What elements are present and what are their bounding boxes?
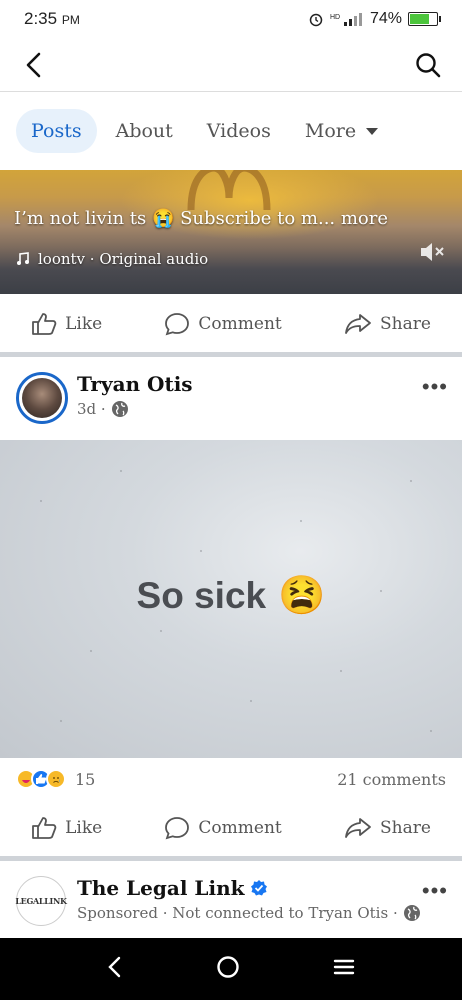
globe-icon [403,905,420,921]
share-button[interactable]: Share [344,312,431,336]
battery-icon [408,12,441,26]
share-button[interactable]: Share [344,816,431,840]
system-home-button[interactable] [216,955,240,983]
status-bar: 2:35 PM HD 74% [0,0,462,38]
tab-videos[interactable]: Videos [192,109,286,153]
tab-about[interactable]: About [101,109,188,153]
post-text-content: So sick [136,575,267,616]
speaker-muted-icon [421,243,444,261]
mute-button[interactable] [418,240,446,268]
thumbs-up-icon [32,817,57,839]
tab-label: Videos [206,120,271,142]
avatar[interactable] [16,372,68,424]
comment-bubble-icon [165,817,190,840]
reactions-summary[interactable]: 15 [16,769,95,789]
reel-action-bar: Like Comment Share [0,295,462,353]
share-arrow-icon [345,314,371,334]
post-text: So sick 😫 [0,574,462,618]
thumbs-up-icon [32,313,57,335]
tab-label: More [304,120,357,142]
tab-more[interactable]: More [290,109,393,153]
post-image[interactable]: So sick 😫 [0,440,462,758]
reel-audio[interactable]: loontv · Original audio [16,250,208,268]
tab-posts[interactable]: Posts [16,109,97,153]
status-icons: HD 74% [308,10,441,28]
svg-text:HD: HD [330,14,340,21]
post-header: Tryan Otis 3d · ••• [0,362,462,436]
reel-caption[interactable]: I’m not livin ts 😭 Subscribe to m... mor… [14,208,388,229]
share-arrow-icon [345,818,371,838]
tab-label: Posts [31,120,82,142]
globe-icon [111,401,128,417]
like-button[interactable]: Like [31,816,102,840]
sponsored-post-header: LEGALLINK The Legal Link Sponsored · Not… [0,866,462,938]
tired-face-emoji-icon: 😫 [278,575,326,617]
sponsor-logo-text: LEGALLINK [15,896,67,906]
sad-reaction-icon [46,769,66,789]
status-time: 2:35 PM [24,9,80,29]
reactions-row: 15 21 comments [0,762,462,796]
verified-badge-icon [251,880,268,896]
share-label: Share [379,314,431,334]
sponsor-meta: Sponsored · Not connected to Tryan Otis … [77,904,421,922]
search-button[interactable] [412,49,444,81]
share-label: Share [379,818,431,838]
sponsor-avatar[interactable]: LEGALLINK [15,876,67,926]
avatar-image [22,378,62,418]
post-author[interactable]: Tryan Otis [77,372,193,396]
system-recents-button[interactable] [333,958,355,980]
menu-lines-icon [334,959,355,975]
post-meta: 3d · [77,400,129,418]
caret-down-icon [366,127,379,135]
top-navigation [0,38,462,92]
mcdonalds-logo-icon [187,170,271,210]
post-action-bar: Like Comment Share [0,799,462,857]
back-button[interactable] [18,49,50,81]
feed-separator [0,856,462,861]
system-navigation-bar [0,938,462,1000]
comment-label: Comment [198,314,282,334]
audio-label: loontv · Original audio [38,250,209,268]
post-options-button[interactable]: ••• [422,878,448,904]
sponsor-name-row[interactable]: The Legal Link [77,876,268,900]
back-arrow-icon [26,52,41,77]
like-label: Like [65,818,103,838]
profile-tabs: Posts About Videos More [0,106,462,156]
clock-ampm: PM [61,13,80,27]
post-options-button[interactable]: ••• [422,374,448,400]
sponsor-meta-text: Sponsored · Not connected to Tryan Otis … [77,904,398,922]
sponsor-name: The Legal Link [77,876,245,900]
tab-label: About [115,120,173,142]
reel-video[interactable]: I’m not livin ts 😭 Subscribe to m... mor… [0,170,462,294]
home-circle-icon [217,956,239,978]
alarm-icon [309,13,323,27]
like-button[interactable]: Like [31,312,102,336]
battery-percent: 74% [369,10,402,27]
comment-button[interactable]: Comment [164,312,282,336]
reaction-count: 15 [75,769,96,789]
search-icon [416,52,441,77]
feed-separator [0,352,462,357]
comment-button[interactable]: Comment [164,816,282,840]
back-chevron-icon [107,956,120,978]
signal-icon: HD [330,13,362,26]
clock-text: 2:35 [24,9,58,28]
music-note-icon [17,252,29,265]
system-back-button[interactable] [107,956,123,982]
comment-count[interactable]: 21 comments [337,770,446,789]
like-label: Like [65,314,103,334]
comment-bubble-icon [165,313,190,336]
comment-label: Comment [198,818,282,838]
post-time[interactable]: 3d · [77,400,106,418]
